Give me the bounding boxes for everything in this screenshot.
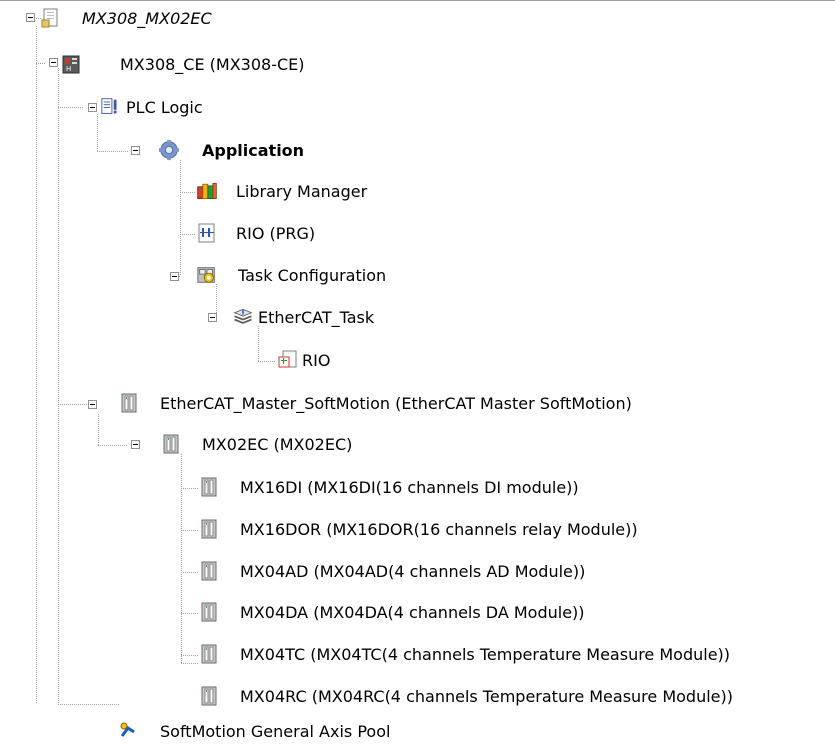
plc-device-icon: H xyxy=(60,53,82,75)
tree-node-label: SoftMotion General Axis Pool xyxy=(160,722,391,741)
collapse-toggle-ethercat-master[interactable] xyxy=(88,400,97,409)
module-icon xyxy=(198,560,220,582)
collapse-toggle-plc-logic[interactable] xyxy=(88,103,97,112)
module-icon xyxy=(198,643,220,665)
tree-node-label: MX04TC (MX04TC(4 channels Temperature Me… xyxy=(240,645,731,664)
tree-node-label: MX02EC (MX02EC) xyxy=(202,435,353,454)
tree-node-label: MX04DA (MX04DA(4 channels DA Module)) xyxy=(240,603,585,622)
tree-node-label: Library Manager xyxy=(236,182,368,201)
module-icon xyxy=(198,476,220,498)
svg-text:H: H xyxy=(66,65,71,73)
module-icon xyxy=(198,601,220,623)
gear-icon xyxy=(158,139,180,161)
module-icon xyxy=(160,433,182,455)
tree-node-label: RIO xyxy=(302,351,331,370)
plc-logic-icon xyxy=(100,96,122,118)
tree-node-label: Task Configuration xyxy=(238,266,387,285)
program-pou-icon xyxy=(196,222,218,244)
project-icon xyxy=(40,7,62,29)
module-icon xyxy=(198,685,220,707)
collapse-toggle-task-configuration[interactable] xyxy=(170,272,179,281)
tree-node-label: MX04RC (MX04RC(4 channels Temperature Me… xyxy=(240,687,733,706)
tree-node-label: RIO (PRG) xyxy=(236,224,316,243)
task-config-icon xyxy=(196,264,218,286)
tree-node-label: EtherCAT_Task xyxy=(258,308,375,327)
tree-node-label: Application xyxy=(202,141,305,160)
collapse-toggle-ethercat-task[interactable] xyxy=(208,313,217,322)
tree-node-label: MX308_CE (MX308-CE) xyxy=(120,55,305,74)
collapse-toggle-mx308-mx02ec[interactable] xyxy=(26,13,35,22)
program-call-icon xyxy=(276,349,298,371)
module-icon xyxy=(118,392,140,414)
tree-node-label: MX04AD (MX04AD(4 channels AD Module)) xyxy=(240,562,586,581)
device-tree: MX308_MX02EC H MX308_CE (MX308-CE) PLC L… xyxy=(0,0,835,747)
library-books-icon xyxy=(196,180,218,202)
tree-node-label: EtherCAT_Master_SoftMotion (EtherCAT Mas… xyxy=(160,394,632,413)
module-icon xyxy=(198,518,220,540)
tree-node-label: PLC Logic xyxy=(126,98,203,117)
task-icon xyxy=(232,306,254,328)
collapse-toggle-mx02ec[interactable] xyxy=(131,440,140,449)
axis-pool-icon xyxy=(118,720,140,742)
tree-node-label: MX16DI (MX16DI(16 channels DI module)) xyxy=(240,478,579,497)
collapse-toggle-application[interactable] xyxy=(131,146,140,155)
tree-node-label: MX16DOR (MX16DOR(16 channels relay Modul… xyxy=(240,520,638,539)
tree-node-label: MX308_MX02EC xyxy=(82,9,212,28)
collapse-toggle-mx308-ce[interactable] xyxy=(49,58,58,67)
